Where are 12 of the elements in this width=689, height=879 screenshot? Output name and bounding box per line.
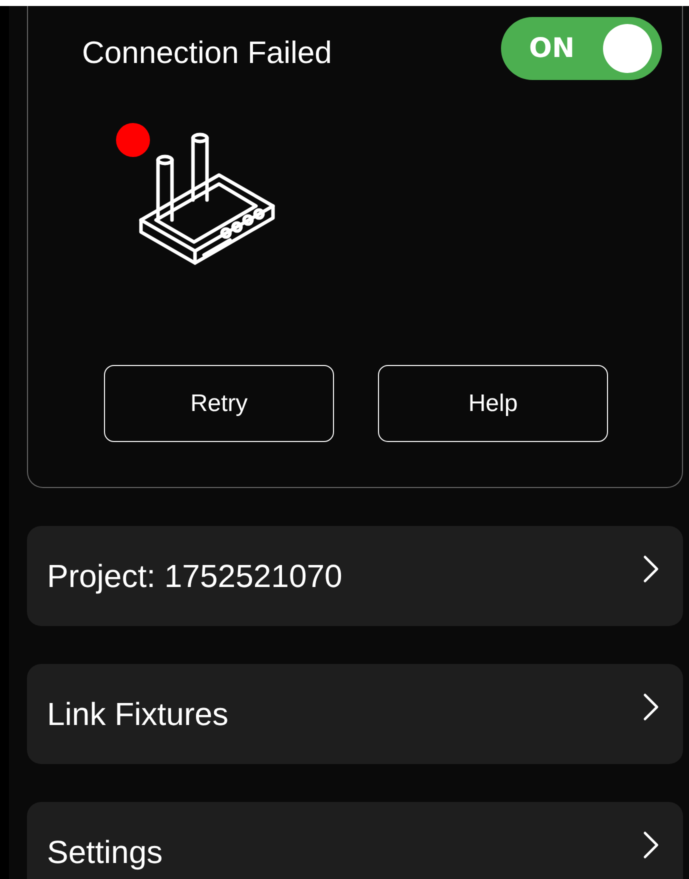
menu-label: Project: 1752521070	[47, 558, 342, 594]
chevron-icon	[643, 555, 659, 583]
chevron-icon	[643, 831, 659, 859]
chevron-icon	[643, 693, 659, 721]
action-button[interactable]: Help	[378, 365, 608, 442]
action-button[interactable]: Retry	[104, 365, 334, 442]
menu-row[interactable]: Project: 1752521070	[27, 526, 683, 626]
menu-label: Settings	[47, 834, 163, 870]
menu-row[interactable]: Link Fixtures	[27, 664, 683, 764]
menu-label: Link Fixtures	[47, 696, 228, 732]
connection-title: Connection Failed	[82, 34, 332, 70]
menu-row[interactable]: Settings	[27, 802, 683, 879]
